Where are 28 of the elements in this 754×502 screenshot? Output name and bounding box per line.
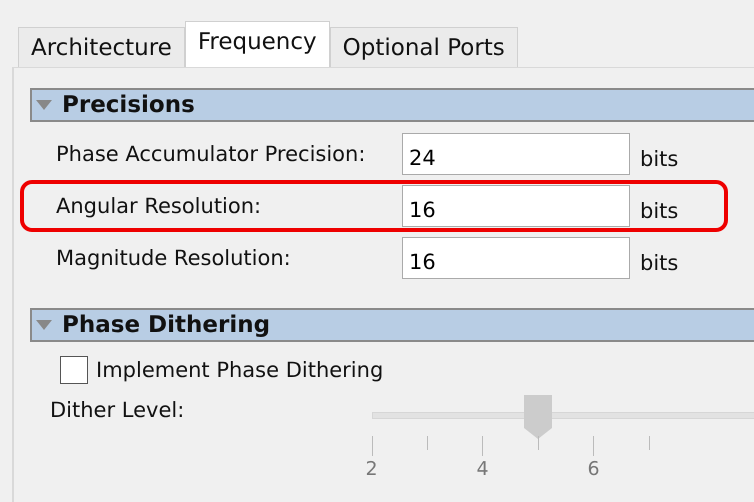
input-field[interactable]: 16 bbox=[402, 237, 630, 279]
field-label: Angular Resolution: bbox=[56, 194, 262, 218]
tick-label: 2 bbox=[365, 458, 378, 480]
tick-mark bbox=[593, 436, 594, 456]
tick-mark bbox=[482, 436, 484, 456]
input-field[interactable]: 24 bbox=[402, 133, 630, 175]
section-header[interactable]: Phase Dithering bbox=[30, 308, 754, 342]
field-label: Phase Accumulator Precision: bbox=[56, 142, 366, 166]
tab[interactable]: Architecture bbox=[18, 27, 185, 67]
section-title: Phase Dithering bbox=[62, 312, 270, 338]
section-header[interactable]: Precisions bbox=[30, 88, 754, 122]
unit-label: bits bbox=[640, 251, 678, 275]
section-title: Precisions bbox=[62, 92, 195, 118]
tab[interactable]: Optional Ports bbox=[330, 27, 518, 67]
tab[interactable]: Frequency bbox=[184, 21, 330, 67]
input-field[interactable]: 16 bbox=[402, 185, 630, 227]
unit-label: bits bbox=[640, 147, 678, 171]
tick-label: 4 bbox=[476, 458, 489, 480]
checkbox-label: Implement Phase Dithering bbox=[96, 358, 384, 382]
tick-mark bbox=[538, 436, 539, 450]
field-label: Magnitude Resolution: bbox=[56, 246, 292, 270]
tick-mark bbox=[372, 436, 373, 456]
tick-mark bbox=[648, 436, 650, 450]
checkbox[interactable] bbox=[60, 356, 88, 384]
tick-label: 6 bbox=[587, 458, 600, 480]
slider-label: Dither Level: bbox=[50, 398, 186, 424]
unit-label: bits bbox=[640, 199, 678, 223]
tick-mark bbox=[426, 436, 428, 450]
